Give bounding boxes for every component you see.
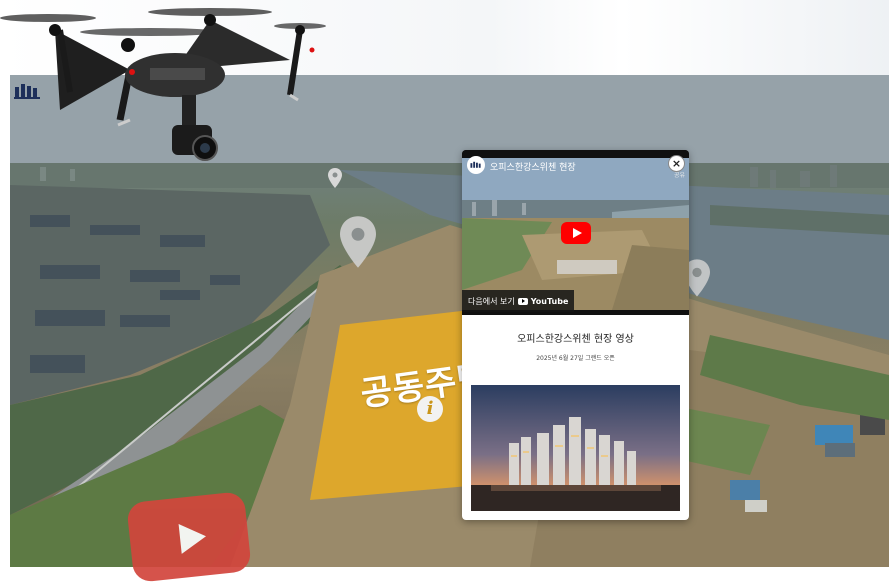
video-title[interactable]: 오피스한강스위첸 현장 [490, 160, 576, 173]
map-pin-icon[interactable] [328, 168, 342, 188]
watch-on-label: 다음에서 보기 [468, 296, 515, 306]
popup-title: 오피스한강스위첸 현장 영상 [517, 334, 634, 345]
popup-date: 2025년 6월 27일 그랜드 오픈 [536, 355, 615, 362]
youtube-icon [517, 297, 528, 305]
play-icon[interactable] [126, 491, 252, 583]
video-player[interactable]: 오피스한강스위첸 현장 공유 다음에서 보기 YouTube [462, 150, 689, 315]
map-pin-icon[interactable] [340, 216, 376, 268]
youtube-play-icon[interactable] [561, 222, 591, 244]
video-popup-card[interactable]: 오피스한강스위첸 현장 공유 다음에서 보기 YouTube × 오피스한강스위… [462, 150, 689, 520]
info-icon[interactable]: i [417, 396, 443, 422]
watch-on-youtube-button[interactable]: 다음에서 보기 YouTube [462, 290, 575, 312]
close-button[interactable]: × [668, 155, 685, 172]
youtube-label: YouTube [530, 296, 569, 306]
channel-logo-icon[interactable] [467, 156, 485, 174]
drone-icon [0, 8, 326, 161]
building-render-image [471, 385, 680, 511]
